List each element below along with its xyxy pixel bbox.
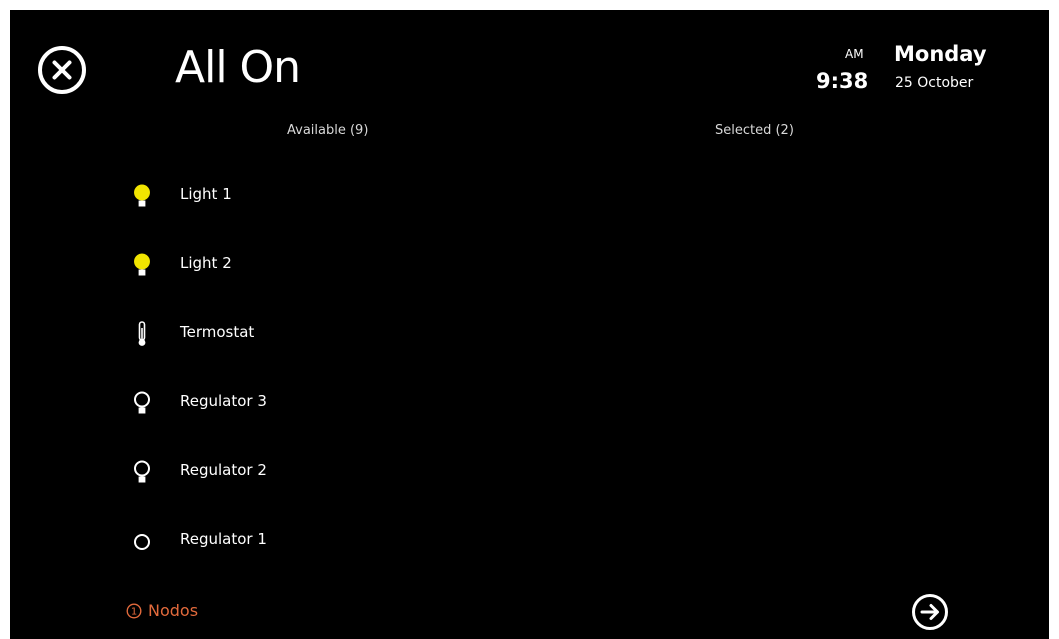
device-item-light-1[interactable]: Light 1 [130, 162, 530, 231]
device-item-light-2[interactable]: Light 2 [130, 231, 530, 300]
device-label: Termostat [180, 323, 255, 341]
device-list: Light 1 Light 2 Termostat Regulator 3 Re… [130, 162, 530, 576]
device-label: Light 1 [180, 185, 232, 203]
bulb-off-icon [130, 458, 154, 486]
clock-ampm: AM [845, 47, 864, 61]
nodos-count: 1 [131, 606, 137, 617]
selected-column-header: Selected (2) [715, 123, 794, 138]
screen: All On AM 9:38 Monday 25 October Availab… [10, 10, 1049, 639]
device-label: Regulator 3 [180, 392, 267, 410]
device-item-regulator-2[interactable]: Regulator 2 [130, 438, 530, 507]
page-title: All On [175, 42, 301, 93]
clock-time: 9:38 [816, 69, 869, 93]
circle-icon [130, 527, 154, 555]
device-item-regulator-1[interactable]: Regulator 1 [130, 507, 530, 576]
count-badge-icon: 1 [126, 602, 142, 619]
day-name: Monday [894, 42, 987, 66]
device-label: Light 2 [180, 254, 232, 272]
next-button[interactable] [911, 593, 949, 631]
nodos-link[interactable]: 1 Nodos [126, 601, 198, 620]
close-circle-icon [38, 46, 86, 94]
nodos-label: Nodos [148, 601, 199, 620]
close-button[interactable] [36, 44, 88, 96]
bulb-on-icon [130, 251, 154, 279]
thermometer-icon [130, 320, 154, 348]
device-label: Regulator 1 [180, 530, 267, 548]
date-text: 25 October [895, 75, 974, 91]
device-item-regulator-3[interactable]: Regulator 3 [130, 369, 530, 438]
available-column-header: Available (9) [287, 123, 369, 138]
bulb-on-icon [130, 182, 154, 210]
arrow-right-circle-icon [912, 594, 948, 630]
device-label: Regulator 2 [180, 461, 267, 479]
bulb-off-icon [130, 389, 154, 417]
device-item-termostat[interactable]: Termostat [130, 300, 530, 369]
